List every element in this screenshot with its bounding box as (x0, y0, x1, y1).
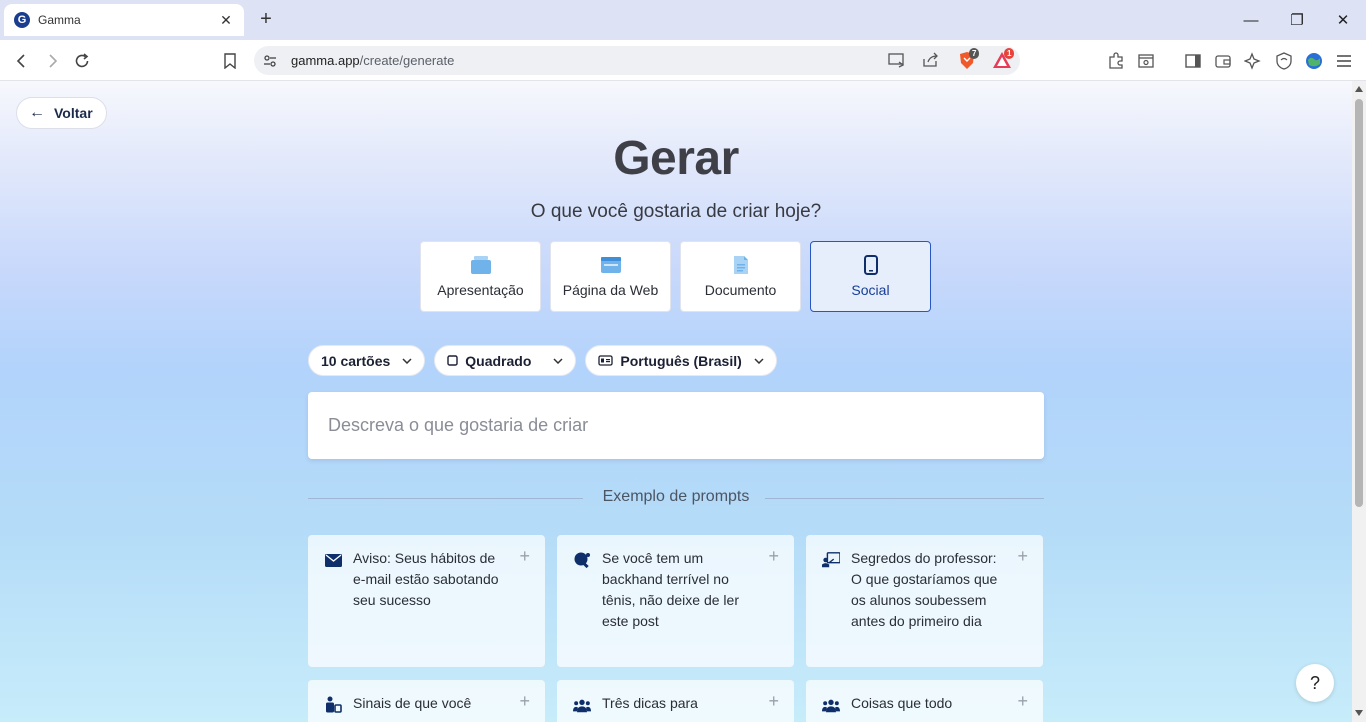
sidebar-icon[interactable] (1181, 49, 1205, 73)
tab-close-icon[interactable]: ✕ (218, 12, 234, 29)
chevron-down-icon (553, 355, 563, 367)
webpage-icon (600, 254, 622, 276)
plus-icon[interactable]: + (1017, 691, 1028, 712)
back-button-label: Voltar (54, 105, 93, 121)
envelope-icon (324, 551, 342, 569)
example-prompt-card[interactable]: Aviso: Seus hábitos de e-mail estão sabo… (308, 535, 545, 667)
back-nav-icon[interactable] (10, 49, 34, 73)
forward-nav-icon[interactable] (40, 49, 64, 73)
plus-icon[interactable]: + (768, 546, 779, 567)
example-prompt-card[interactable]: Se você tem um backhand terrível no têni… (557, 535, 794, 667)
example-prompt-card[interactable]: Sinais de que você + (308, 680, 545, 722)
users-icon (573, 696, 591, 714)
example-prompt-text: Se você tem um backhand terrível no têni… (602, 550, 739, 629)
site-settings-icon[interactable] (262, 53, 278, 74)
scroll-down-arrow-icon[interactable] (1355, 710, 1363, 716)
reading-mode-icon[interactable] (1134, 49, 1158, 73)
plus-icon[interactable]: + (1017, 546, 1028, 567)
new-tab-button[interactable]: + (256, 8, 276, 32)
address-bar[interactable]: gamma.app/create/generate 7 1 (254, 46, 1020, 75)
examples-heading: Exemplo de prompts (602, 488, 750, 505)
arrow-left-icon: ← (29, 104, 45, 121)
brave-shields-icon[interactable]: 7 (958, 48, 980, 75)
browser-toolbar: gamma.app/create/generate 7 1 (0, 40, 1366, 81)
square-icon (447, 355, 458, 366)
type-label: Página da Web (562, 282, 659, 298)
example-prompt-text: Coisas que todo (851, 695, 953, 711)
chevron-down-icon (402, 355, 412, 367)
window-close-button[interactable]: ✕ (1320, 0, 1366, 40)
prompt-input[interactable] (308, 392, 1044, 459)
vpn-shield-icon[interactable] (1272, 49, 1296, 73)
minimize-button[interactable]: — (1228, 0, 1274, 40)
generation-options: 10 cartões Quadrado Português (Brasil) (308, 345, 777, 376)
reload-icon[interactable] (70, 49, 94, 73)
back-button[interactable]: ← Voltar (16, 97, 107, 129)
type-presentation-button[interactable]: Apresentação (420, 241, 541, 312)
cast-icon[interactable] (888, 52, 906, 73)
tab-title: Gamma (38, 13, 81, 27)
language-select[interactable]: Português (Brasil) (585, 345, 777, 376)
rewards-count-badge: 1 (1004, 48, 1015, 59)
example-prompt-text: Sinais de que você (353, 695, 472, 711)
card-count-value: 10 cartões (321, 352, 391, 369)
shields-count-badge: 7 (969, 48, 980, 59)
page-title: Gerar (613, 132, 739, 185)
browser-tab[interactable]: G Gamma ✕ (4, 4, 244, 36)
examples-divider: Exemplo de prompts (308, 488, 1044, 508)
chevron-down-icon (754, 355, 764, 367)
vertical-scrollbar[interactable] (1352, 81, 1366, 722)
url-text: gamma.app/create/generate (291, 53, 455, 68)
scroll-up-arrow-icon[interactable] (1355, 86, 1363, 92)
type-social-button[interactable]: Social (810, 241, 931, 312)
bookmark-icon[interactable] (218, 49, 242, 73)
language-value: Português (Brasil) (620, 352, 742, 369)
content-type-selector: Apresentação Página da Web Documento Soc… (420, 241, 931, 312)
type-document-button[interactable]: Documento (680, 241, 801, 312)
menu-icon[interactable] (1332, 49, 1356, 73)
leo-ai-icon[interactable] (1241, 49, 1265, 73)
example-prompt-card[interactable]: Segredos do professor: O que gostaríamos… (806, 535, 1043, 667)
person-bag-icon (324, 696, 342, 714)
type-label: Apresentação (437, 282, 524, 298)
extensions-icon[interactable] (1104, 49, 1128, 73)
type-webpage-button[interactable]: Página da Web (550, 241, 671, 312)
plus-icon[interactable]: + (768, 691, 779, 712)
share-icon[interactable] (922, 52, 940, 73)
format-select[interactable]: Quadrado (434, 345, 577, 376)
page-subtitle: O que você gostaria de criar hoje? (530, 201, 822, 222)
example-prompt-text: Aviso: Seus hábitos de e-mail estão sabo… (353, 550, 499, 608)
example-prompt-card[interactable]: Coisas que todo + (806, 680, 1043, 722)
document-icon (733, 254, 749, 276)
table-tennis-icon (573, 551, 591, 569)
brave-rewards-icon[interactable]: 1 (992, 48, 1015, 74)
example-prompt-text: Segredos do professor: O que gostaríamos… (851, 550, 998, 629)
scrollbar-thumb[interactable] (1355, 99, 1363, 507)
card-count-select[interactable]: 10 cartões (308, 345, 426, 376)
plus-icon[interactable]: + (519, 691, 530, 712)
maximize-button[interactable]: ❐ (1274, 0, 1320, 40)
example-prompt-card[interactable]: Três dicas para + (557, 680, 794, 722)
plus-icon[interactable]: + (519, 546, 530, 567)
phone-icon (863, 254, 878, 276)
language-icon (598, 355, 614, 366)
presentation-icon (470, 254, 492, 276)
type-label: Documento (704, 282, 777, 298)
wallet-icon[interactable] (1211, 49, 1235, 73)
users-icon (822, 696, 840, 714)
page-content: ← Voltar Gerar O que você gostaria de cr… (0, 81, 1352, 722)
tab-strip: G Gamma ✕ + — ❐ ✕ (0, 0, 1366, 40)
divider-line (765, 498, 1044, 499)
help-button[interactable]: ? (1296, 664, 1334, 702)
gamma-favicon-icon: G (14, 12, 30, 28)
teacher-icon (822, 551, 840, 569)
type-label: Social (851, 282, 890, 298)
format-value: Quadrado (465, 352, 532, 369)
profile-globe-icon[interactable] (1302, 49, 1326, 73)
example-prompt-text: Três dicas para (602, 695, 698, 711)
